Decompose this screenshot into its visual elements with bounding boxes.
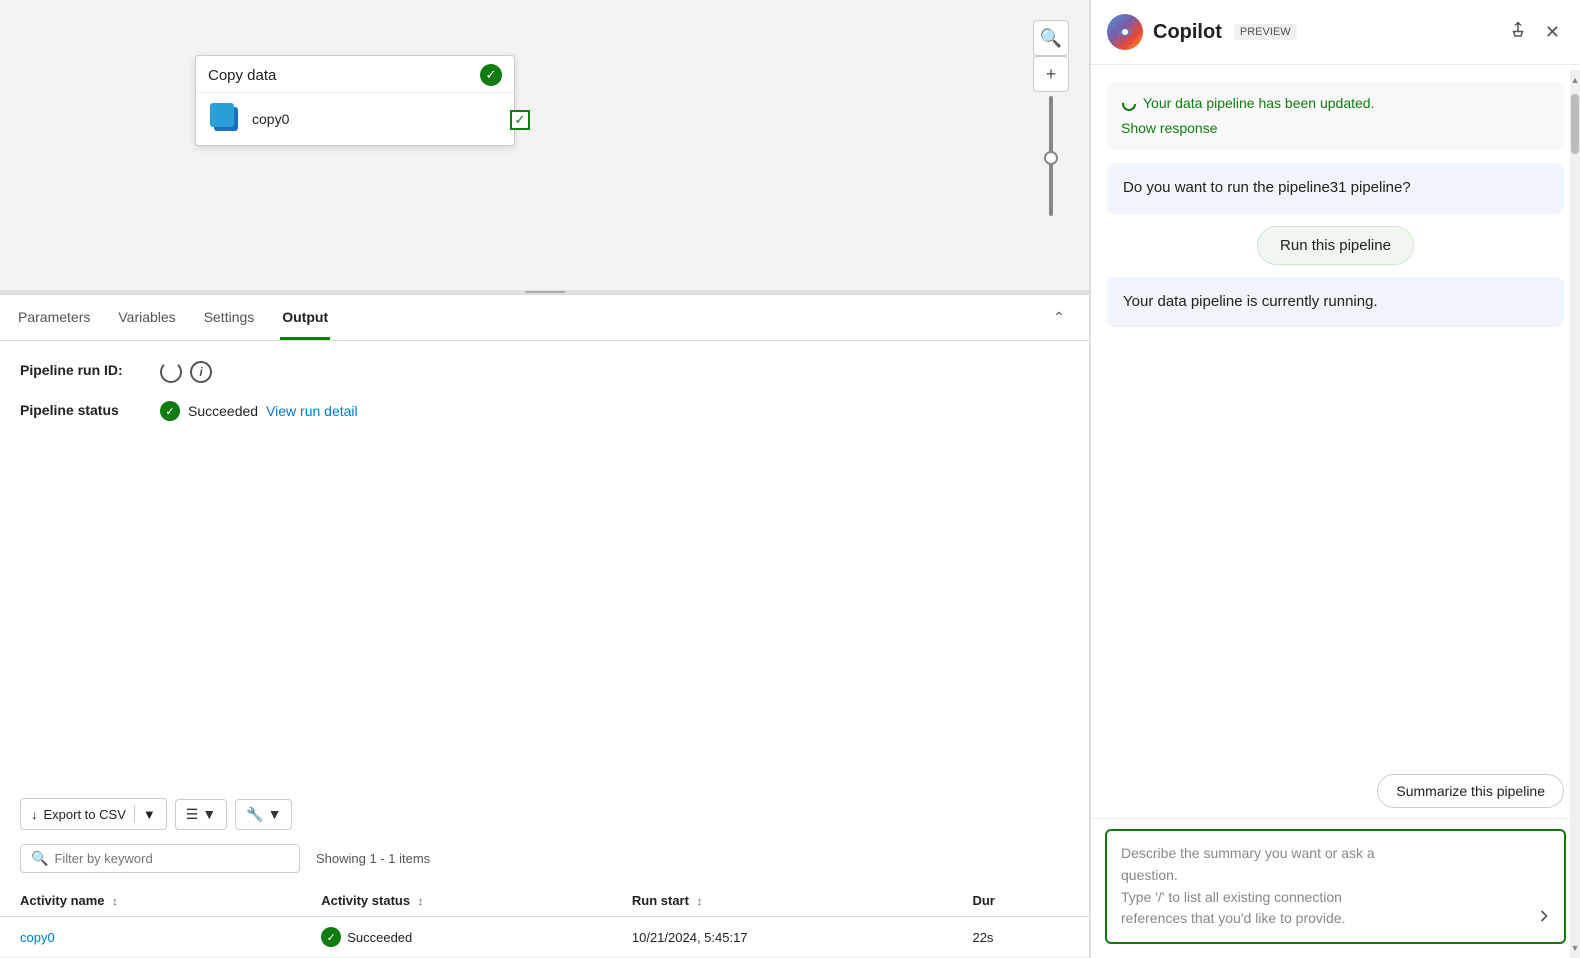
sort-icon-activity[interactable]: ↕ <box>112 896 118 908</box>
tabs-bar: Parameters Variables Settings Output ⌃ <box>0 295 1089 341</box>
download-icon: ↓ <box>31 807 38 822</box>
pipeline-run-id-row: Pipeline run ID: i <box>20 361 1069 383</box>
spinner-icon <box>1121 96 1137 112</box>
col-activity-name: Activity name ↕ <box>0 885 301 917</box>
zoom-controls: 🔍 + <box>1033 20 1069 220</box>
send-btn[interactable] <box>1534 906 1554 932</box>
table-cell-duration: 22s <box>952 917 1089 958</box>
zoom-in-btn[interactable]: + <box>1033 56 1069 92</box>
bottom-panel: Parameters Variables Settings Output ⌃ P… <box>0 294 1089 958</box>
node-title: Copy data <box>208 67 276 84</box>
toolbar-row: ↓ Export to CSV ▼ ☰ ▼ 🔧 ▼ <box>0 798 1089 844</box>
pipeline-status-value: ✓ Succeeded View run detail <box>160 401 358 421</box>
pipeline-updated-row: Your data pipeline has been updated. <box>1121 93 1550 114</box>
collapse-btn[interactable]: ⌃ <box>1045 304 1073 332</box>
col-duration: Dur <box>952 885 1089 917</box>
scroll-thumb[interactable] <box>1571 94 1579 154</box>
copilot-panel: Copilot PREVIEW ✕ Your data pipeline has… <box>1090 0 1580 958</box>
summarize-area: Summarize this pipeline <box>1091 766 1580 818</box>
status-check-icon: ✓ <box>160 401 180 421</box>
pipeline-run-id-value: i <box>160 361 212 383</box>
filter-icon: ☰ <box>186 806 199 823</box>
zoom-slider[interactable] <box>1049 96 1053 216</box>
status-text: Succeeded <box>188 403 258 419</box>
question-text: Do you want to run the pipeline31 pipeli… <box>1123 179 1411 196</box>
refresh-icon[interactable] <box>160 361 182 383</box>
tab-settings[interactable]: Settings <box>202 295 257 340</box>
tab-output[interactable]: Output <box>280 295 330 340</box>
scroll-up-btn[interactable]: ▲ <box>1570 70 1580 90</box>
table-cell-run-start: 10/21/2024, 5:45:17 <box>612 917 953 958</box>
wrench-icon: 🔧 <box>246 806 263 823</box>
output-content: Pipeline run ID: i Pipeline status ✓ Suc… <box>0 341 1089 798</box>
zoom-track <box>1049 96 1053 216</box>
pipeline-status-label: Pipeline status <box>20 401 140 421</box>
col-activity-status: Activity status ↕ <box>301 885 612 917</box>
pipeline-updated-text: Your data pipeline has been updated. <box>1143 93 1374 114</box>
node-checkbox[interactable]: ✓ <box>510 110 530 130</box>
node-success-icon: ✓ <box>480 64 502 86</box>
export-csv-btn[interactable]: ↓ Export to CSV ▼ <box>20 798 167 830</box>
copy-data-icon <box>210 103 242 135</box>
sort-icon-status[interactable]: ↕ <box>418 896 424 908</box>
wrench-btn[interactable]: 🔧 ▼ <box>235 799 292 830</box>
pipeline-run-id-label: Pipeline run ID: <box>20 361 140 381</box>
node-header: Copy data ✓ <box>196 56 514 93</box>
showing-items-text: Showing 1 - 1 items <box>316 851 430 866</box>
pipeline-status-row: Pipeline status ✓ Succeeded View run det… <box>20 401 1069 421</box>
copilot-logo <box>1107 14 1143 50</box>
preview-badge: PREVIEW <box>1234 24 1297 40</box>
export-dropdown-icon[interactable]: ▼ <box>143 807 156 822</box>
table-header-row: Activity name ↕ Activity status ↕ Run st… <box>0 885 1089 917</box>
filter-row: 🔍 Showing 1 - 1 items <box>0 844 1089 885</box>
filter-btn[interactable]: ☰ ▼ <box>175 799 227 830</box>
copilot-scrollbar: ▲ ▼ <box>1570 70 1580 958</box>
close-btn[interactable]: ✕ <box>1541 19 1564 46</box>
filter-input-wrap: 🔍 <box>20 844 300 873</box>
row-status-text: Succeeded <box>347 930 412 945</box>
copilot-input-placeholder: Describe the summary you want or ask a q… <box>1121 843 1550 930</box>
pipeline-node[interactable]: Copy data ✓ copy0 <box>195 55 515 146</box>
tab-parameters[interactable]: Parameters <box>16 295 92 340</box>
copilot-input-area: Describe the summary you want or ask a q… <box>1091 818 1580 958</box>
zoom-search-btn[interactable]: 🔍 <box>1033 20 1069 56</box>
filter-dropdown-icon: ▼ <box>202 806 216 822</box>
copilot-title: Copilot <box>1153 21 1222 44</box>
node-body: copy0 <box>196 93 514 145</box>
copilot-header: Copilot PREVIEW ✕ <box>1091 0 1580 65</box>
search-icon: 🔍 <box>31 850 48 867</box>
copilot-message-question: Do you want to run the pipeline31 pipeli… <box>1107 163 1564 214</box>
col-run-start: Run start ↕ <box>612 885 953 917</box>
canvas-area: Copy data ✓ copy0 ✓ 🔍 + <box>0 0 1089 290</box>
table-cell-activity-status: ✓ Succeeded <box>301 917 612 958</box>
zoom-thumb[interactable] <box>1044 151 1058 165</box>
wrench-dropdown-icon: ▼ <box>268 806 282 822</box>
export-csv-label: Export to CSV <box>44 807 126 822</box>
table-row: copy0 ✓ Succeeded 10/21/2024, 5:45:17 22… <box>0 917 1089 958</box>
tab-variables[interactable]: Variables <box>116 295 177 340</box>
sort-icon-run-start[interactable]: ↕ <box>697 896 703 908</box>
output-table: Activity name ↕ Activity status ↕ Run st… <box>0 885 1089 958</box>
scroll-down-btn[interactable]: ▼ <box>1570 938 1580 958</box>
copilot-logo-svg <box>1114 21 1136 43</box>
show-response-link[interactable]: Show response <box>1121 120 1218 136</box>
copilot-messages: Your data pipeline has been updated. Sho… <box>1091 65 1580 766</box>
copilot-input-box[interactable]: Describe the summary you want or ask a q… <box>1105 829 1566 944</box>
filter-input[interactable] <box>54 851 289 866</box>
activity-name-link[interactable]: copy0 <box>20 930 55 945</box>
summarize-pipeline-btn[interactable]: Summarize this pipeline <box>1377 774 1564 808</box>
copilot-message-running: Your data pipeline is currently running. <box>1107 277 1564 328</box>
activity-label: copy0 <box>252 111 289 127</box>
row-status-icon: ✓ <box>321 927 341 947</box>
run-pipeline-suggestion-btn[interactable]: Run this pipeline <box>1257 226 1414 265</box>
left-panel: Copy data ✓ copy0 ✓ 🔍 + <box>0 0 1090 958</box>
pin-btn[interactable] <box>1505 19 1531 46</box>
table-cell-activity-name: copy0 <box>0 917 301 958</box>
copilot-message-updated: Your data pipeline has been updated. Sho… <box>1107 81 1564 151</box>
running-text: Your data pipeline is currently running. <box>1123 293 1378 310</box>
copilot-header-actions: ✕ <box>1505 19 1564 46</box>
info-icon[interactable]: i <box>190 361 212 383</box>
view-run-detail-link[interactable]: View run detail <box>266 403 358 419</box>
